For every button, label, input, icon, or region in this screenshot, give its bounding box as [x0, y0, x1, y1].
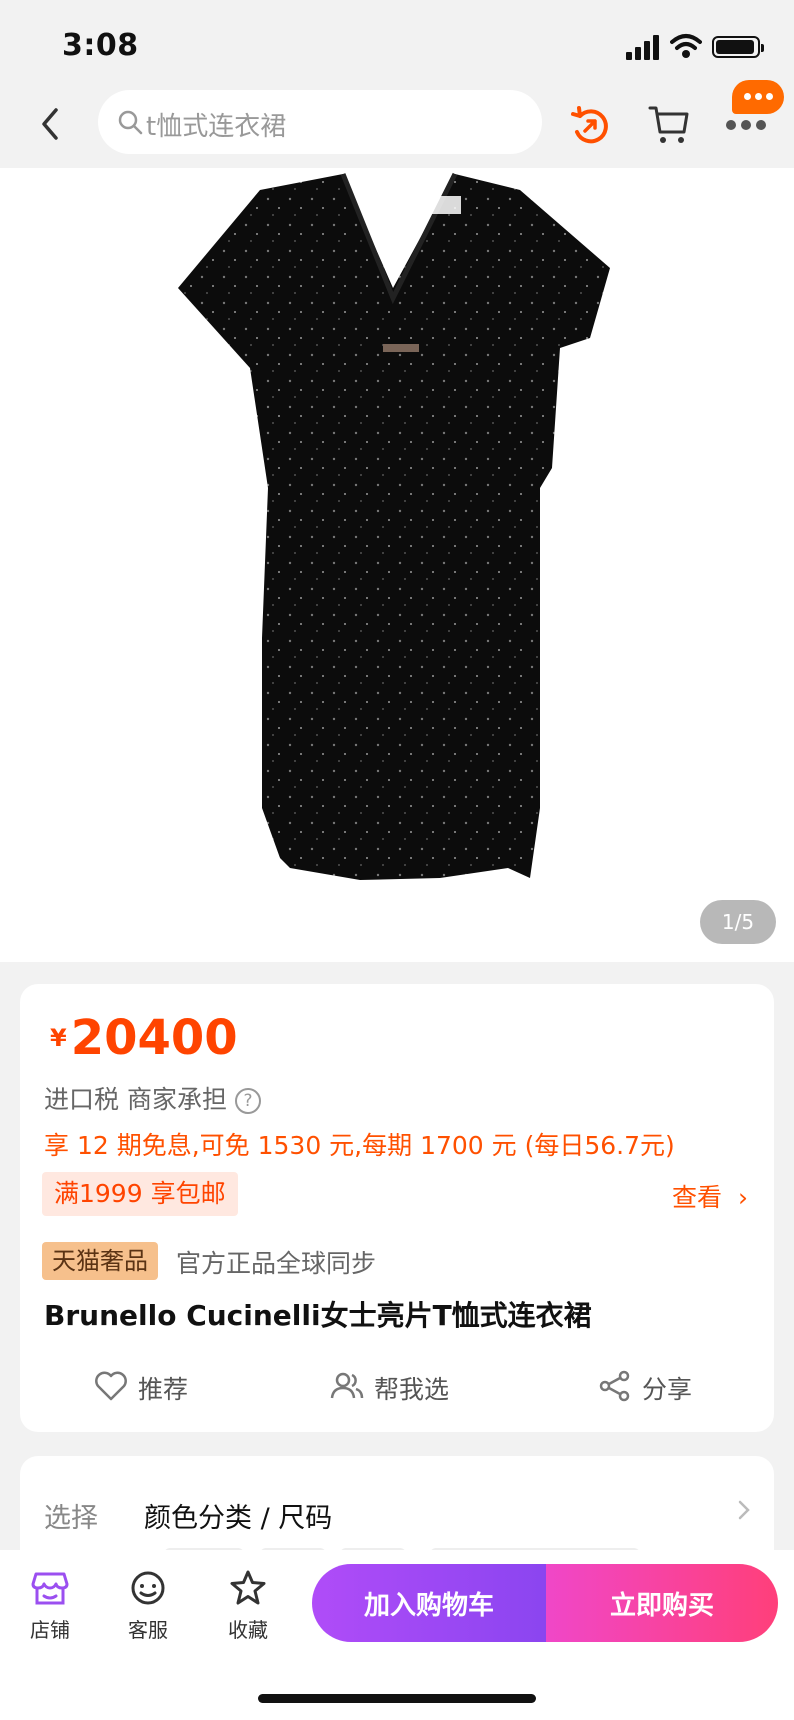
- customer-service-icon: [131, 1571, 165, 1605]
- back-chevron-icon[interactable]: [36, 104, 64, 144]
- share-label: 分享: [642, 1375, 693, 1404]
- dress-image: [178, 172, 610, 880]
- product-image[interactable]: 1/5: [0, 168, 794, 962]
- service-label: 客服: [128, 1618, 168, 1642]
- cart-icon[interactable]: [646, 102, 692, 148]
- add-to-cart-button[interactable]: 加入购物车: [312, 1564, 546, 1642]
- status-bar: 3:08: [0, 0, 794, 90]
- status-time: 3:08: [62, 28, 139, 63]
- view-promotions-link[interactable]: 查看 ›: [672, 1178, 748, 1214]
- product-info-card: ¥20400 进口税 商家承担? 享 12 期免息,可免 1530 元,每期 1…: [20, 984, 774, 1432]
- free-shipping-tag: 满1999 享包邮: [42, 1172, 238, 1216]
- search-bar[interactable]: t恤式连衣裙: [98, 90, 542, 154]
- selection-label: 选择: [44, 1503, 98, 1534]
- search-icon: [118, 110, 143, 135]
- shop-label: 店铺: [30, 1618, 70, 1642]
- search-input-text: t恤式连衣裙: [146, 112, 287, 142]
- refresh-share-icon[interactable]: [568, 104, 614, 150]
- shop-icon: [31, 1572, 69, 1605]
- nav-bar: t恤式连衣裙: [0, 80, 794, 168]
- battery-icon: [712, 36, 764, 58]
- service-tab[interactable]: 客服: [108, 1568, 188, 1658]
- star-icon: [230, 1570, 266, 1605]
- people-icon: [330, 1372, 364, 1399]
- product-actions: 推荐 帮我选 分享: [20, 1360, 774, 1412]
- wifi-icon: [670, 34, 702, 58]
- chevron-right-icon: [738, 1500, 750, 1520]
- help-choose-label: 帮我选: [374, 1375, 450, 1404]
- chevron-right-icon: ›: [738, 1183, 748, 1212]
- price-value: 20400: [70, 1010, 238, 1066]
- buy-now-button[interactable]: 立即购买: [546, 1564, 778, 1642]
- tax-info: 进口税 商家承担?: [44, 1080, 261, 1116]
- message-badge-icon[interactable]: [732, 80, 784, 114]
- selection-value: 颜色分类 / 尺码: [144, 1503, 333, 1534]
- recommend-label: 推荐: [138, 1375, 189, 1404]
- favorite-tab[interactable]: 收藏: [208, 1568, 288, 1658]
- shop-tab[interactable]: 店铺: [10, 1568, 90, 1658]
- tmall-luxury-badge: 天猫奢品: [42, 1242, 158, 1280]
- heart-icon: [95, 1371, 127, 1401]
- price: ¥20400: [50, 1010, 238, 1066]
- tax-text: 进口税 商家承担: [44, 1085, 227, 1114]
- view-label: 查看: [672, 1183, 723, 1212]
- tmall-description: 官方正品全球同步: [176, 1249, 377, 1278]
- help-choose-button[interactable]: 帮我选: [330, 1360, 480, 1412]
- share-icon: [599, 1370, 630, 1402]
- help-icon[interactable]: ?: [234, 1088, 261, 1114]
- image-counter: 1/5: [700, 900, 776, 944]
- signal-icon: [626, 34, 660, 60]
- price-currency: ¥: [50, 1024, 67, 1052]
- more-menu-icon[interactable]: [724, 120, 768, 134]
- installment-info: 享 12 期免息,可免 1530 元,每期 1700 元 (每日56.7元): [44, 1131, 675, 1160]
- share-button[interactable]: 分享: [598, 1360, 718, 1412]
- product-title: Brunello Cucinelli女士亮片T恤式连衣裙: [44, 1299, 592, 1332]
- home-indicator[interactable]: [258, 1694, 536, 1703]
- product-page: 3:08 t恤式连衣裙 1/5 ¥20400 进口税 商家承担 ? 享 12 期…: [0, 0, 794, 1720]
- favorite-label: 收藏: [228, 1618, 268, 1642]
- recommend-button[interactable]: 推荐: [94, 1360, 224, 1412]
